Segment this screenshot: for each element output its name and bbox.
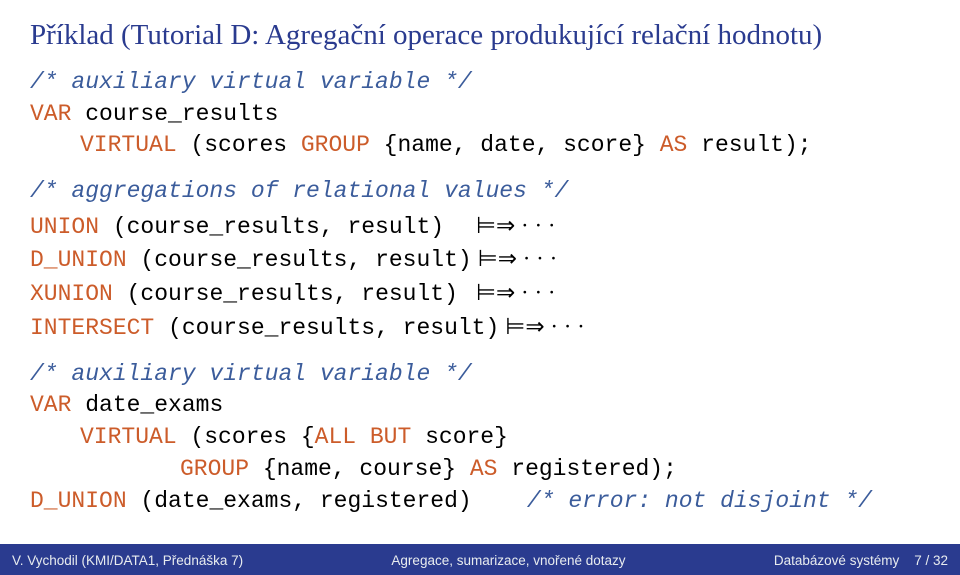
keyword: D_UNION (30, 488, 127, 514)
code-text: score} (411, 424, 508, 450)
code-block-2: /* aggregations of relational values */ … (30, 176, 930, 345)
code-text: course_results (71, 101, 278, 127)
keyword: UNION (30, 214, 99, 240)
comment: /* aggregations of relational values */ (30, 178, 568, 204)
code-text: date_exams (71, 392, 223, 418)
arrow-icon: ⊨⇒ · · · (470, 277, 562, 309)
code-text: (scores { (177, 424, 315, 450)
arrow-icon: ⊨⇒ · · · (472, 243, 564, 275)
arrow-row: D_UNION (course_results, result) ⊨⇒ · · … (30, 243, 930, 277)
code-text: result); (687, 132, 811, 158)
footer-author: V. Vychodil (KMI/DATA1, Přednáška 7) (12, 553, 243, 568)
code-text: (date_exams, registered) (127, 488, 472, 514)
arrow-table: UNION (course_results, result) ⊨⇒ · · · … (30, 210, 930, 345)
code-block-1: /* auxiliary virtual variable */ VAR cou… (30, 67, 930, 162)
footer-page: Databázové systémy 7 / 32 (774, 553, 948, 568)
keyword: AS (660, 132, 688, 158)
code-text: (scores (177, 132, 301, 158)
keyword: XUNION (30, 281, 113, 307)
keyword: GROUP (301, 132, 370, 158)
code-text: {name, course} (249, 456, 470, 482)
arrow-icon: ⊨⇒ · · · (470, 210, 562, 242)
comment: /* auxiliary virtual variable */ (30, 69, 472, 95)
footer-pagenum: 7 / 32 (914, 553, 948, 568)
footer: V. Vychodil (KMI/DATA1, Přednáška 7) Agr… (0, 545, 960, 575)
keyword: GROUP (180, 456, 249, 482)
comment: /* error: not disjoint */ (527, 488, 872, 514)
code-text: registered); (497, 456, 676, 482)
keyword: AS (470, 456, 498, 482)
code-text: (course_results, result) (127, 247, 472, 273)
arrow-row: UNION (course_results, result) ⊨⇒ · · · (30, 210, 930, 244)
keyword: VAR (30, 101, 71, 127)
arrow-row: INTERSECT (course_results, result) ⊨⇒ · … (30, 311, 930, 345)
arrow-icon: ⊨⇒ · · · (499, 311, 591, 343)
code-text: (course_results, result) (113, 281, 458, 307)
keyword: VIRTUAL (80, 424, 177, 450)
keyword: VIRTUAL (80, 132, 177, 158)
comment: /* auxiliary virtual variable */ (30, 361, 472, 387)
code-block-3: /* auxiliary virtual variable */ VAR dat… (30, 359, 930, 518)
keyword: D_UNION (30, 247, 127, 273)
footer-title: Agregace, sumarizace, vnořené dotazy (243, 553, 774, 568)
slide-title: Příklad (Tutorial D: Agregační operace p… (30, 18, 930, 53)
code-text: (course_results, result) (99, 214, 444, 240)
content-area: Příklad (Tutorial D: Agregační operace p… (0, 0, 960, 544)
code-text: {name, date, score} (370, 132, 660, 158)
keyword: INTERSECT (30, 315, 154, 341)
keyword: ALL BUT (315, 424, 412, 450)
code-text: (course_results, result) (154, 315, 499, 341)
footer-course: Databázové systémy (774, 553, 899, 568)
keyword: VAR (30, 392, 71, 418)
slide: Příklad (Tutorial D: Agregační operace p… (0, 0, 960, 575)
arrow-row: XUNION (course_results, result) ⊨⇒ · · · (30, 277, 930, 311)
